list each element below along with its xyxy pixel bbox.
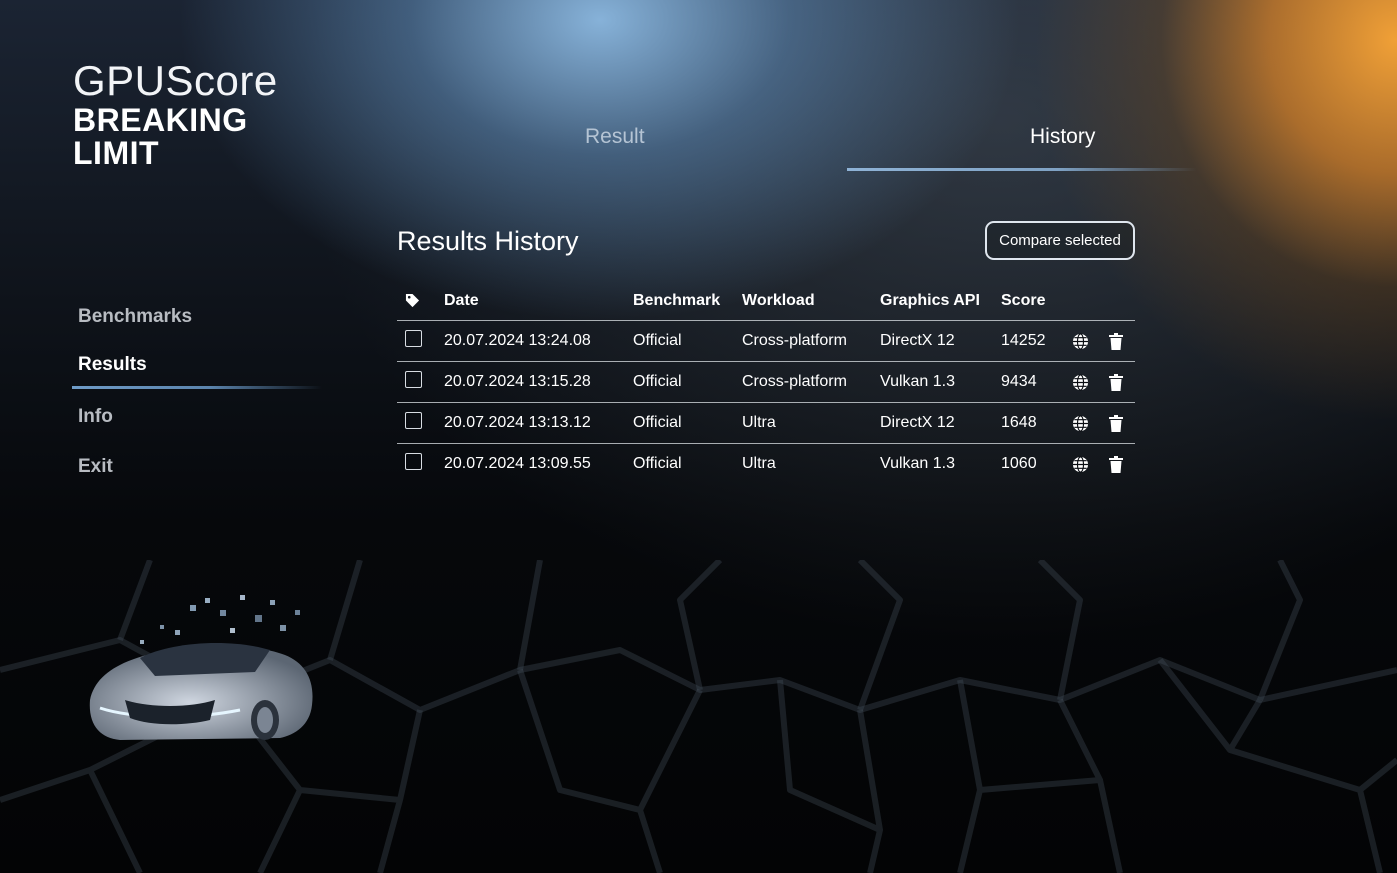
row-graphics-api: DirectX 12 (880, 414, 955, 431)
globe-icon[interactable] (1072, 415, 1089, 432)
column-header-workload: Workload (742, 292, 815, 309)
car-illustration (89, 595, 313, 740)
sidebar-item-info[interactable]: Info (78, 406, 113, 428)
column-header-graphics-api: Graphics API (880, 292, 980, 309)
logo-title: GPUScore (73, 57, 278, 104)
row-score: 1648 (1001, 414, 1037, 431)
table-row: 20.07.2024 13:09.55 Official Ultra Vulka… (397, 444, 1135, 484)
table-row: 20.07.2024 13:24.08 Official Cross-platf… (397, 321, 1135, 362)
row-workload: Cross-platform (742, 332, 847, 349)
row-date: 20.07.2024 13:24.08 (444, 332, 591, 349)
row-date: 20.07.2024 13:13.12 (444, 414, 591, 431)
row-select-checkbox[interactable] (405, 371, 422, 388)
table-row: 20.07.2024 13:15.28 Official Cross-platf… (397, 362, 1135, 403)
trash-icon[interactable] (1109, 456, 1123, 473)
row-score: 14252 (1001, 332, 1046, 349)
row-date: 20.07.2024 13:09.55 (444, 455, 591, 472)
tag-icon (405, 293, 420, 308)
globe-icon[interactable] (1072, 333, 1089, 350)
row-benchmark: Official (633, 332, 682, 349)
row-benchmark: Official (633, 373, 682, 390)
tab-result[interactable]: Result (585, 125, 645, 149)
row-score: 1060 (1001, 455, 1037, 472)
trash-icon[interactable] (1109, 333, 1123, 350)
row-select-checkbox[interactable] (405, 412, 422, 429)
row-date: 20.07.2024 13:15.28 (444, 373, 591, 390)
table-row: 20.07.2024 13:13.12 Official Ultra Direc… (397, 403, 1135, 444)
results-table: Date Benchmark Workload Graphics API Sco… (397, 286, 1135, 484)
logo-subtitle-line2: LIMIT (73, 135, 160, 171)
tab-history[interactable]: History (1030, 125, 1095, 149)
row-workload: Cross-platform (742, 373, 847, 390)
table-header: Date Benchmark Workload Graphics API Sco… (397, 286, 1135, 321)
globe-icon[interactable] (1072, 456, 1089, 473)
row-select-checkbox[interactable] (405, 330, 422, 347)
row-graphics-api: DirectX 12 (880, 332, 955, 349)
logo-subtitle-line1: BREAKING (73, 102, 248, 138)
row-workload: Ultra (742, 414, 776, 431)
page-title: Results History (397, 226, 579, 256)
row-select-checkbox[interactable] (405, 453, 422, 470)
globe-icon[interactable] (1072, 374, 1089, 391)
row-benchmark: Official (633, 455, 682, 472)
column-header-benchmark: Benchmark (633, 292, 721, 309)
row-workload: Ultra (742, 455, 776, 472)
row-score: 9434 (1001, 373, 1037, 390)
row-benchmark: Official (633, 414, 682, 431)
sidebar-item-benchmarks[interactable]: Benchmarks (78, 306, 192, 328)
trash-icon[interactable] (1109, 374, 1123, 391)
column-header-date: Date (444, 292, 479, 309)
compare-selected-button[interactable]: Compare selected (985, 221, 1135, 260)
sidebar-item-exit[interactable]: Exit (78, 456, 113, 478)
trash-icon[interactable] (1109, 415, 1123, 432)
app-logo: GPUScore BREAKING LIMIT (73, 58, 278, 170)
column-header-score: Score (1001, 292, 1046, 309)
sidebar-active-indicator (72, 386, 322, 389)
row-graphics-api: Vulkan 1.3 (880, 455, 956, 472)
app-window: GPUScore BREAKING LIMIT Benchmarks Resul… (0, 0, 1397, 873)
tab-active-indicator (847, 168, 1197, 171)
row-graphics-api: Vulkan 1.3 (880, 373, 956, 390)
sidebar-item-results[interactable]: Results (78, 354, 147, 376)
